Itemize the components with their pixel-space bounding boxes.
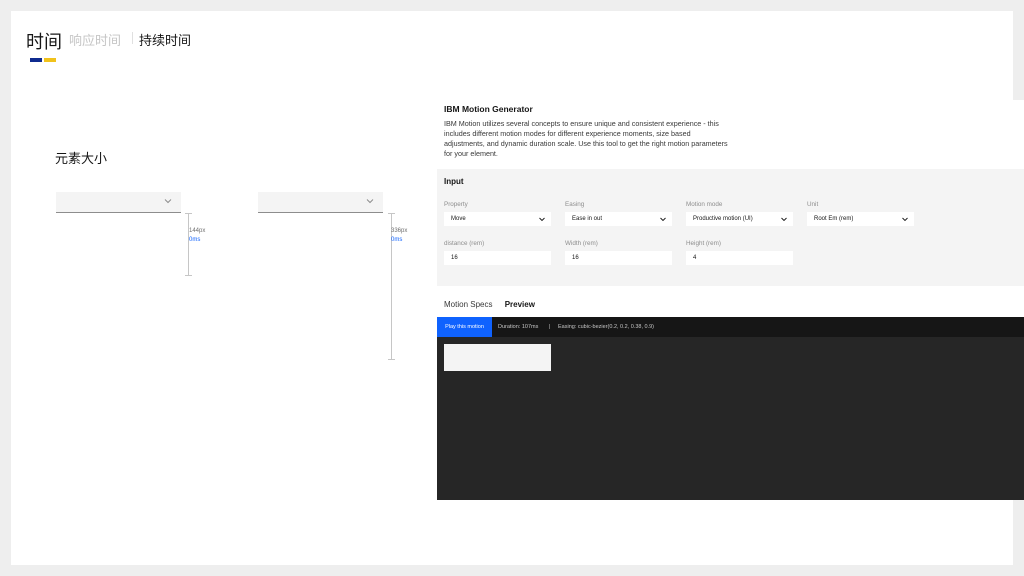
property-label: Property: [444, 201, 468, 208]
preview-canvas: Play this motion Duration: 107ms | Easin…: [437, 317, 1024, 500]
height-label: Height (rem): [686, 240, 721, 247]
preview-toolbar: Play this motion Duration: 107ms | Easin…: [437, 317, 1024, 337]
preview-element: [444, 344, 551, 371]
width-label: Width (rem): [565, 240, 598, 247]
measure-ms-label: 0ms: [189, 237, 201, 243]
motion-mode-label: Motion mode: [686, 201, 723, 208]
easing-select[interactable]: Ease in out: [565, 212, 672, 226]
distance-value: 16: [451, 255, 458, 261]
unit-value: Root Em (rem): [814, 216, 854, 222]
distance-input[interactable]: 16: [444, 251, 551, 265]
demo-dropdown-large[interactable]: [258, 192, 383, 213]
height-value: 4: [693, 255, 697, 261]
measure-line: [391, 213, 392, 359]
measure-tick: [185, 275, 192, 276]
easing-value: Ease in out: [572, 216, 603, 222]
panel-tabs: Motion Specs Preview: [444, 300, 535, 309]
measure-ms-label: 0ms: [391, 237, 403, 243]
tab-duration[interactable]: 持续时间: [139, 30, 191, 49]
width-input[interactable]: 16: [565, 251, 672, 265]
tab-divider: [132, 32, 133, 44]
tab-motion-specs[interactable]: Motion Specs: [444, 300, 492, 309]
panel-description: IBM Motion utilizes several concepts to …: [444, 119, 728, 158]
slide: 时间 响应时间 持续时间 元素大小 144px 0ms 336px 0ms IB…: [11, 11, 1024, 565]
brand-bar-yellow: [44, 58, 56, 62]
easing-readout: Easing: cubic-bezier(0.2, 0.2, 0.38, 0.9…: [558, 324, 654, 330]
chevron-down-icon: [539, 217, 545, 222]
measure-tick: [388, 213, 395, 214]
unit-label: Unit: [807, 201, 819, 208]
brand-bar-blue: [30, 58, 42, 62]
demo-dropdown-small[interactable]: [56, 192, 181, 213]
chevron-down-icon: [164, 199, 172, 204]
property-select[interactable]: Move: [444, 212, 551, 226]
chevron-down-icon: [660, 217, 666, 222]
motion-mode-select[interactable]: Productive motion (UI): [686, 212, 793, 226]
input-section: Input Property Move Easing Ease in out M…: [437, 169, 1024, 286]
chevron-down-icon: [781, 217, 787, 222]
toolbar-separator: |: [549, 324, 551, 330]
distance-label: distance (rem): [444, 240, 485, 247]
property-value: Move: [451, 216, 466, 222]
measure-px-label: 144px: [189, 228, 206, 234]
motion-mode-value: Productive motion (UI): [693, 216, 753, 222]
motion-generator-panel: IBM Motion Generator IBM Motion utilizes…: [437, 100, 1024, 500]
chevron-down-icon: [902, 217, 908, 222]
measure-tick: [185, 213, 192, 214]
measure-line: [188, 213, 189, 275]
unit-select[interactable]: Root Em (rem): [807, 212, 914, 226]
section-label: 元素大小: [55, 151, 108, 166]
measure-tick: [388, 359, 395, 360]
tab-response-time[interactable]: 响应时间: [69, 30, 121, 49]
width-value: 16: [572, 255, 579, 261]
height-input[interactable]: 4: [686, 251, 793, 265]
measure-px-label: 336px: [391, 228, 408, 234]
chevron-down-icon: [366, 199, 374, 204]
panel-title: IBM Motion Generator: [444, 104, 533, 114]
play-motion-button[interactable]: Play this motion: [437, 317, 492, 337]
input-title: Input: [444, 177, 464, 186]
page-title: 时间: [26, 32, 62, 52]
tab-preview[interactable]: Preview: [505, 300, 535, 309]
easing-label: Easing: [565, 201, 585, 208]
duration-readout: Duration: 107ms: [498, 324, 539, 330]
